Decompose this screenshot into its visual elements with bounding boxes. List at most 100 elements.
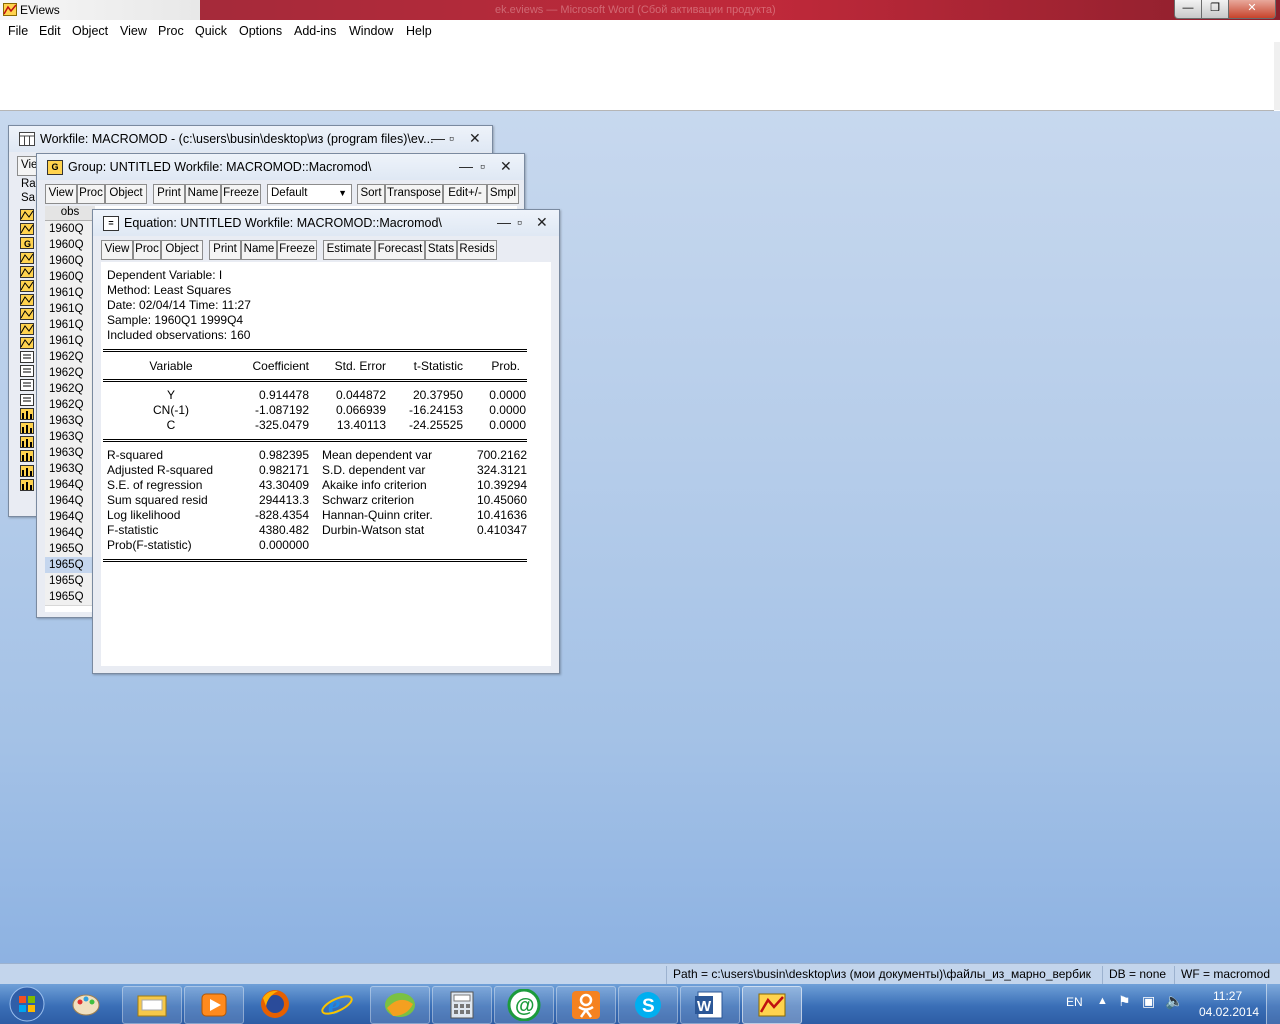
group-close-icon[interactable]: ✕ [500,158,512,175]
group-object-button[interactable]: Object [105,184,147,204]
taskbar-media-player[interactable] [184,986,244,1024]
obs-row-label[interactable]: 1964Q [45,525,95,542]
command-window[interactable] [0,42,1274,111]
graph-object-icon[interactable] [20,322,34,335]
taskbar-explorer[interactable] [122,986,182,1024]
obs-row-label[interactable]: 1965Q [45,573,95,590]
obs-row-label[interactable]: 1963Q [45,445,95,462]
obs-row-label[interactable]: 1961Q [45,333,95,350]
equation-object-icon[interactable] [20,393,34,406]
obs-row-label[interactable]: 1964Q [45,509,95,526]
workfile-title-bar[interactable]: Workfile: MACROMOD - (c:\users\busin\des… [9,126,492,152]
language-indicator[interactable]: EN [1066,995,1083,1009]
obs-row-label[interactable]: 1962Q [45,397,95,414]
obs-row-label[interactable]: 1960Q [45,253,95,270]
action-center-flag-icon[interactable]: ⚑ [1118,993,1131,1010]
show-desktop-button[interactable] [1266,984,1280,1024]
taskbar-app-green[interactable] [370,986,430,1024]
taskbar-skype[interactable]: S [618,986,678,1024]
series-object-icon[interactable] [20,478,34,491]
group-freeze-button[interactable]: Freeze [221,184,261,204]
obs-row-label[interactable]: 1960Q [45,269,95,286]
equation-object-icon[interactable] [20,365,34,378]
command-scrollbar[interactable] [1274,42,1280,110]
series-object-icon[interactable] [20,407,34,420]
series-object-icon[interactable] [20,436,34,449]
taskbar-eviews[interactable] [742,986,802,1024]
obs-row-label[interactable]: 1965Q [45,589,95,606]
equation-proc-button[interactable]: Proc [133,240,161,260]
taskbar-word[interactable]: W [680,986,740,1024]
equation-maximize-icon[interactable]: ▫ [517,214,522,230]
equation-title-bar[interactable]: = Equation: UNTITLED Workfile: MACROMOD:… [93,210,559,236]
obs-row-label[interactable]: 1962Q [45,349,95,366]
group-proc-button[interactable]: Proc [77,184,105,204]
workfile-close-icon[interactable]: ✕ [469,130,481,147]
obs-row-label[interactable]: 1965Q [45,557,95,574]
group-print-button[interactable]: Print [153,184,185,204]
equation-print-button[interactable]: Print [209,240,241,260]
obs-row-label[interactable]: 1960Q [45,221,95,238]
start-orb-icon[interactable] [4,985,50,1023]
menu-object[interactable]: Object [72,24,108,38]
menu-proc[interactable]: Proc [158,24,184,38]
menu-file[interactable]: File [8,24,28,38]
equation-object-icon[interactable] [20,351,34,363]
obs-row-label[interactable]: 1961Q [45,301,95,318]
network-icon[interactable]: ▣ [1142,993,1155,1010]
group-smpl-button[interactable]: Smpl [487,184,519,204]
equation-object-button[interactable]: Object [161,240,203,260]
menu-view[interactable]: View [120,24,147,38]
obs-row-label[interactable]: 1962Q [45,365,95,382]
group-sort-button[interactable]: Sort [357,184,385,204]
resids-button[interactable]: Resids [457,240,497,260]
volume-icon[interactable]: 🔈 [1165,992,1184,1010]
group-display-dropdown[interactable]: Default ▼ [267,184,352,204]
workfile-maximize-icon[interactable]: ▫ [449,130,454,146]
graph-object-icon[interactable] [20,280,34,292]
menu-help[interactable]: Help [406,24,432,38]
series-object-icon[interactable] [20,464,34,477]
graph-object-icon[interactable] [20,308,34,321]
equation-minimize-icon[interactable]: — [497,214,511,230]
graph-object-icon[interactable] [20,209,34,221]
group-name-button[interactable]: Name [185,184,221,204]
menu-edit[interactable]: Edit [39,24,61,38]
stats-button[interactable]: Stats [425,240,457,260]
equation-object-icon[interactable] [20,379,34,392]
obs-row-label[interactable]: 1960Q [45,237,95,254]
menu-options[interactable]: Options [239,24,282,38]
estimate-button[interactable]: Estimate [323,240,375,260]
group-view-button[interactable]: View [45,184,77,204]
obs-row-label[interactable]: 1962Q [45,381,95,398]
group-edit-button[interactable]: Edit+/- [443,184,487,204]
ie-icon[interactable]: e [320,988,354,1020]
paint-icon[interactable] [71,990,103,1018]
equation-freeze-button[interactable]: Freeze [277,240,317,260]
tray-expand-icon[interactable]: ▲ [1097,995,1108,1007]
obs-row-label[interactable]: 1964Q [45,493,95,510]
obs-row-label[interactable]: 1964Q [45,477,95,494]
group-minimize-icon[interactable]: — [459,158,473,174]
equation-window[interactable]: = Equation: UNTITLED Workfile: MACROMOD:… [92,209,560,674]
obs-row-label[interactable]: 1963Q [45,429,95,446]
obs-row-label[interactable]: 1965Q [45,541,95,558]
series-object-icon[interactable] [20,422,34,434]
graph-object-icon[interactable] [20,223,34,236]
group-object-icon[interactable]: G [20,237,34,250]
equation-close-icon[interactable]: ✕ [536,214,548,231]
obs-row-label[interactable]: 1963Q [45,413,95,430]
obs-row-label[interactable]: 1963Q [45,461,95,478]
group-title-bar[interactable]: G Group: UNTITLED Workfile: MACROMOD::Ma… [37,154,524,180]
graph-object-icon[interactable] [20,294,34,307]
menu-window[interactable]: Window [349,24,393,38]
group-maximize-icon[interactable]: ▫ [480,158,485,174]
firefox-icon[interactable] [258,988,292,1020]
taskbar-mail-agent[interactable]: @ [494,986,554,1024]
series-object-icon[interactable] [20,450,34,463]
menu-add-ins[interactable]: Add-ins [294,24,336,38]
obs-row-label[interactable]: 1961Q [45,285,95,302]
taskbar-odnoklassniki[interactable] [556,986,616,1024]
taskbar-calculator[interactable] [432,986,492,1024]
graph-object-icon[interactable] [20,336,34,349]
